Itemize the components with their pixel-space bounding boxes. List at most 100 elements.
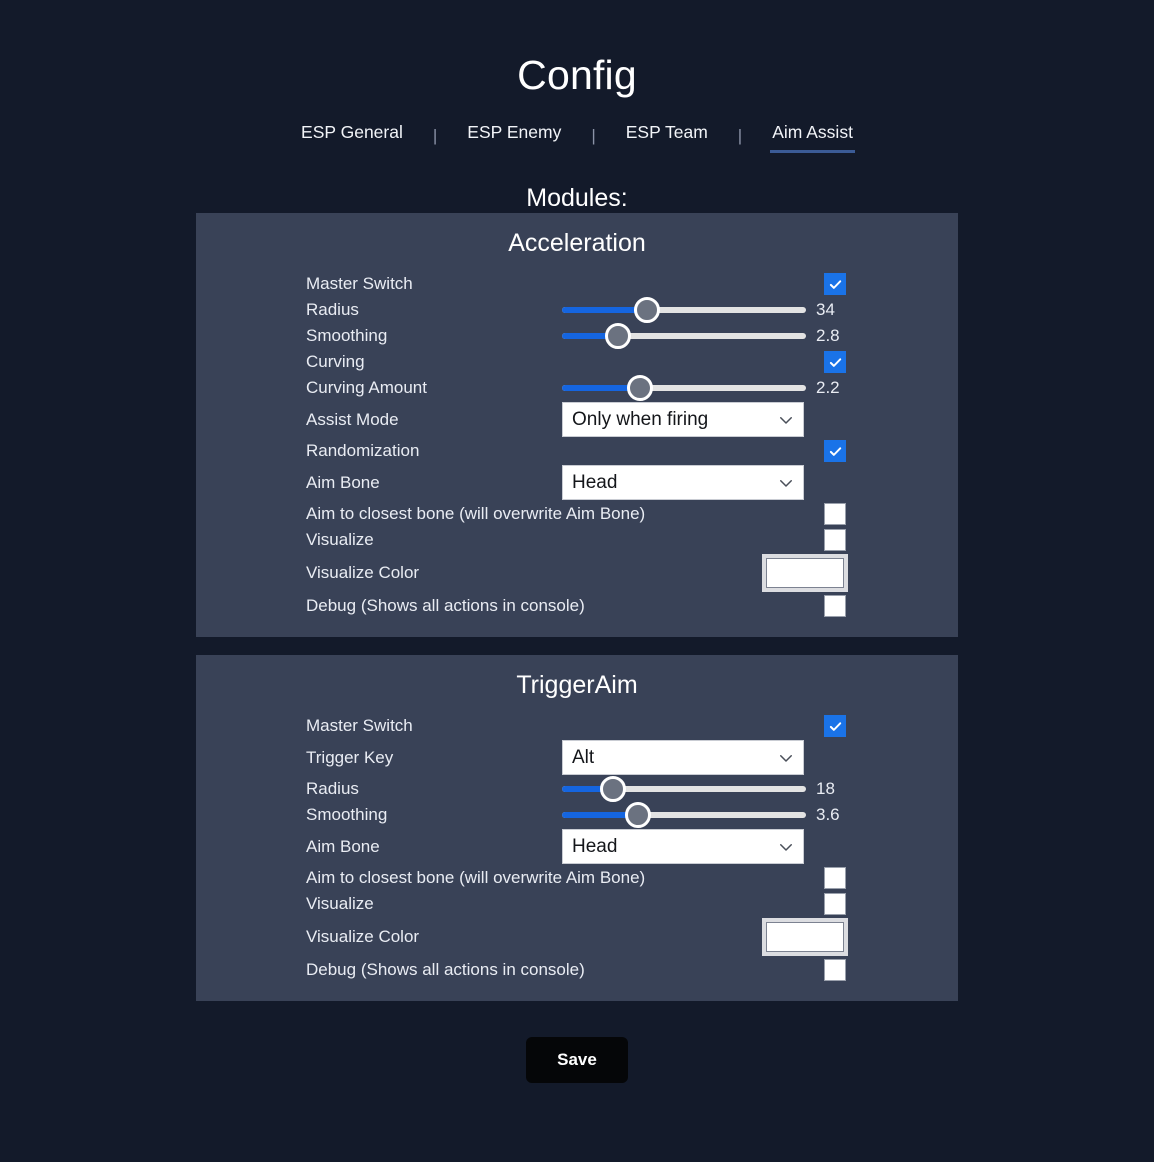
slider-radius[interactable] (562, 776, 806, 802)
checkbox-aim-to-closest-bone-will-overwrite-aim-bone[interactable] (824, 867, 846, 889)
chevron-down-icon (777, 749, 795, 767)
setting-row: Debug (Shows all actions in console) (196, 957, 958, 983)
setting-row: Randomization (196, 438, 958, 464)
setting-label: Debug (Shows all actions in console) (306, 960, 585, 979)
slider-value: 34 (816, 300, 835, 319)
slider-value: 2.2 (816, 378, 840, 397)
tab-esp-general[interactable]: ESP General (299, 118, 405, 153)
select-assist-mode[interactable]: Only when firing (562, 402, 804, 437)
color-swatch-fill (766, 922, 844, 952)
tab-aim-assist[interactable]: Aim Assist (770, 118, 855, 153)
tab-esp-enemy[interactable]: ESP Enemy (465, 118, 563, 153)
checkbox-debug-shows-all-actions-in-console[interactable] (824, 959, 846, 981)
setting-label: Trigger Key (306, 747, 394, 767)
tab-separator: | (591, 125, 596, 145)
setting-label: Radius (306, 300, 359, 319)
setting-row: Aim Bone Head (196, 828, 958, 865)
setting-label: Visualize Color (306, 927, 420, 946)
slider-value: 18 (816, 779, 835, 798)
setting-label: Randomization (306, 441, 420, 460)
setting-label: Master Switch (306, 274, 413, 293)
color-swatch-fill (766, 558, 844, 588)
checkbox-visualize[interactable] (824, 893, 846, 915)
slider-value: 3.6 (816, 805, 840, 824)
setting-row: Radius 18 (196, 776, 958, 802)
module-panel-triggeraim: TriggerAim Master Switch Trigger Key Alt Rad… (196, 655, 958, 1001)
slider-thumb[interactable] (627, 375, 654, 401)
select-value: Head (572, 835, 618, 857)
setting-label: Curving (306, 352, 365, 371)
checkbox-master-switch[interactable] (824, 715, 846, 737)
setting-label: Debug (Shows all actions in console) (306, 596, 585, 615)
setting-row: Visualize (196, 527, 958, 553)
chevron-down-icon (777, 474, 795, 492)
setting-row: Aim Bone Head (196, 464, 958, 501)
setting-row: Radius 34 (196, 297, 958, 323)
slider-curving-amount[interactable] (562, 375, 806, 401)
setting-label: Assist Mode (306, 409, 399, 429)
slider-radius[interactable] (562, 297, 806, 323)
setting-row: Trigger Key Alt (196, 739, 958, 776)
setting-row: Master Switch (196, 271, 958, 297)
checkbox-debug-shows-all-actions-in-console[interactable] (824, 595, 846, 617)
modules-label: Modules: (526, 184, 628, 212)
setting-row: Smoothing 2.8 (196, 323, 958, 349)
chevron-down-icon (777, 838, 795, 856)
setting-row: Curving (196, 349, 958, 375)
setting-row: Visualize (196, 891, 958, 917)
setting-label: Aim to closest bone (will overwrite Aim … (306, 868, 646, 887)
tab-separator: | (737, 125, 743, 145)
select-value: Alt (572, 746, 595, 768)
color-swatch-visualize-color[interactable] (762, 918, 848, 956)
setting-label: Curving Amount (306, 378, 427, 397)
setting-label: Radius (306, 779, 359, 798)
setting-label: Visualize (306, 530, 374, 549)
setting-row: Aim to closest bone (will overwrite Aim … (196, 865, 958, 891)
setting-label: Visualize (306, 894, 374, 913)
checkbox-curving[interactable] (824, 351, 846, 373)
setting-row: Visualize Color (196, 553, 958, 593)
setting-row: Curving Amount 2.2 (196, 375, 958, 401)
slider-smoothing[interactable] (562, 323, 806, 349)
setting-row: Assist Mode Only when firing (196, 401, 958, 438)
page-title: Config (517, 52, 637, 98)
slider-thumb[interactable] (634, 297, 661, 323)
slider-thumb[interactable] (600, 776, 627, 802)
tab-esp-team[interactable]: ESP Team (624, 118, 710, 153)
module-title: TriggerAim (516, 671, 638, 699)
tab-separator: | (432, 125, 438, 145)
select-value: Head (572, 471, 618, 493)
modules-container: Acceleration Master Switch Radius 34 Smoothi… (0, 213, 1154, 1001)
slider-thumb[interactable] (605, 323, 632, 349)
slider-thumb[interactable] (624, 802, 651, 828)
select-value: Only when firing (572, 408, 709, 430)
module-panel-acceleration: Acceleration Master Switch Radius 34 Smoothi… (196, 213, 958, 637)
setting-row: Visualize Color (196, 917, 958, 957)
slider-value: 2.8 (816, 326, 840, 345)
module-title: Acceleration (508, 229, 646, 257)
save-button-container: Save (0, 1037, 1154, 1083)
tab-bar: ESP General | ESP Enemy | ESP Team | Aim Assis… (0, 118, 1154, 153)
select-aim-bone[interactable]: Head (562, 829, 804, 864)
chevron-down-icon (777, 411, 795, 429)
setting-label: Smoothing (306, 805, 388, 824)
setting-row: Debug (Shows all actions in console) (196, 593, 958, 619)
checkbox-aim-to-closest-bone-will-overwrite-aim-bone[interactable] (824, 503, 846, 525)
checkbox-master-switch[interactable] (824, 273, 846, 295)
setting-label: Aim to closest bone (will overwrite Aim … (306, 504, 646, 523)
select-aim-bone[interactable]: Head (562, 465, 804, 500)
setting-row: Aim to closest bone (will overwrite Aim … (196, 501, 958, 527)
color-swatch-visualize-color[interactable] (762, 554, 848, 592)
setting-label: Master Switch (306, 716, 413, 735)
checkbox-visualize[interactable] (824, 529, 846, 551)
setting-label: Aim Bone (306, 836, 380, 856)
save-button[interactable]: Save (526, 1037, 628, 1083)
select-trigger-key[interactable]: Alt (562, 740, 804, 775)
setting-row: Smoothing 3.6 (196, 802, 958, 828)
setting-label: Visualize Color (306, 563, 420, 582)
setting-row: Master Switch (196, 713, 958, 739)
slider-smoothing[interactable] (562, 802, 806, 828)
setting-label: Aim Bone (306, 472, 380, 492)
setting-label: Smoothing (306, 326, 388, 345)
checkbox-randomization[interactable] (824, 440, 846, 462)
